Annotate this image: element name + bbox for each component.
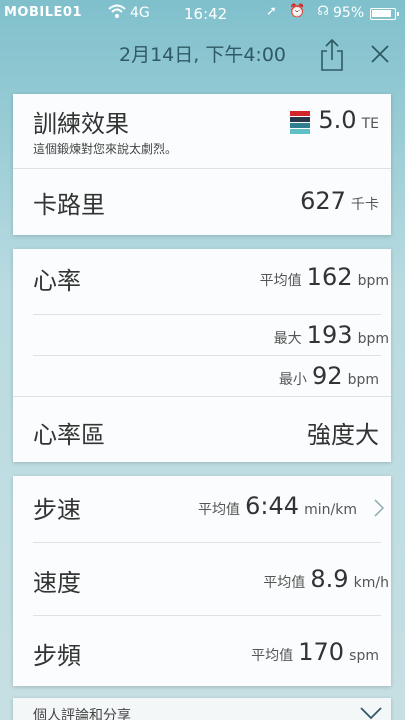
heart-rate-max-label: 最大 (273, 331, 302, 347)
speed-row[interactable]: 速度 平均值 8.9 km/h (33, 543, 389, 616)
speed-avg-label: 平均值 (263, 575, 306, 591)
heart-rate-avg-unit: bpm (357, 273, 389, 289)
heart-rate-label: 心率 (33, 267, 81, 295)
cadence-value: 170 (298, 638, 345, 666)
chevron-down-icon[interactable] (359, 706, 383, 720)
heart-rate-min-label: 最小 (278, 372, 307, 388)
pace-label: 步速 (33, 496, 81, 524)
heart-rate-min-unit: bpm (347, 372, 379, 388)
header: 2月14日, 下午4:00 (0, 28, 405, 80)
training-effect-icon (290, 110, 311, 137)
cadence-avg-label: 平均值 (251, 648, 294, 664)
status-icons: ➚ ⏰ ☊ (266, 4, 333, 19)
pace-value-group: 平均值 6:44 min/km (198, 492, 357, 520)
speed-value: 8.9 (310, 565, 349, 593)
training-effect-row[interactable]: 訓練效果 這個鍛煉對您來說太劇烈。 5.0 TE (13, 94, 391, 169)
calories-label: 卡路里 (33, 191, 105, 219)
calories-unit: 千卡 (351, 197, 379, 213)
heart-rate-min-row: 最小 92 bpm (13, 356, 391, 397)
heart-rate-min-value: 92 (311, 362, 343, 390)
speed-label: 速度 (33, 569, 81, 597)
heart-rate-avg-value: 162 (306, 263, 353, 291)
close-icon[interactable] (368, 42, 392, 66)
heart-rate-min-group: 最小 92 bpm (279, 362, 379, 390)
training-effect-unit: TE (361, 116, 379, 132)
heart-rate-avg-group: 平均值 162 bpm (260, 263, 389, 291)
status-time: 16:42 (184, 5, 228, 23)
heart-rate-max-group: 最大 193 bpm (274, 321, 389, 349)
cadence-label: 步頻 (33, 642, 81, 670)
network-type: 4G (130, 5, 150, 21)
cadence-unit: spm (349, 648, 379, 664)
heart-rate-card: 心率 平均值 162 bpm 最大 193 bpm 最小 92 bpm 心率區 … (13, 249, 391, 462)
heart-rate-max-unit: bpm (357, 331, 389, 347)
heart-rate-avg-row[interactable]: 心率 平均值 162 bpm (33, 249, 389, 315)
comments-share-card[interactable]: 個人評論和分享 (13, 698, 391, 720)
status-bar: MOBILE01 4G 16:42 ➚ ⏰ ☊ 95% (0, 0, 405, 28)
training-effect-label: 訓練效果 (33, 110, 129, 138)
heart-rate-zone-value: 強度大 (307, 421, 379, 449)
heart-rate-max-row: 最大 193 bpm (33, 315, 389, 356)
pace-avg-label: 平均值 (198, 502, 241, 518)
pace-value: 6:44 (245, 492, 300, 520)
pace-card: 步速 平均值 6:44 min/km 速度 平均值 8.9 km/h 步頻 平均… (13, 476, 391, 686)
speed-value-group: 平均值 8.9 km/h (263, 565, 389, 593)
heart-rate-zone-row[interactable]: 心率區 強度大 (13, 397, 391, 462)
training-effect-value: 5.0 (318, 106, 357, 134)
heart-rate-max-value: 193 (306, 321, 353, 349)
calories-value-group: 627 千卡 (300, 187, 379, 215)
pace-unit: min/km (304, 502, 357, 518)
battery-icon (370, 8, 399, 20)
calories-value: 627 (300, 187, 346, 215)
share-icon[interactable] (318, 38, 346, 72)
cadence-value-group: 平均值 170 spm (251, 638, 379, 666)
wifi-icon (108, 4, 126, 18)
speed-unit: km/h (353, 575, 389, 591)
calories-row[interactable]: 卡路里 627 千卡 (13, 169, 391, 235)
pace-row[interactable]: 步速 平均值 6:44 min/km (33, 476, 385, 543)
training-effect-description: 這個鍛煉對您來說太劇烈。 (33, 142, 178, 156)
heart-rate-zone-label: 心率區 (33, 421, 105, 449)
chevron-right-icon[interactable] (373, 498, 385, 518)
cadence-row[interactable]: 步頻 平均值 170 spm (13, 616, 391, 686)
summary-card: 訓練效果 這個鍛煉對您來說太劇烈。 5.0 TE 卡路里 627 千卡 (13, 94, 391, 235)
heart-rate-avg-label: 平均值 (259, 273, 302, 289)
battery-percent: 95% (333, 5, 365, 21)
training-effect-value-group: 5.0 TE (290, 106, 379, 137)
comments-share-label: 個人評論和分享 (33, 708, 131, 720)
carrier-name: MOBILE01 (4, 5, 82, 20)
